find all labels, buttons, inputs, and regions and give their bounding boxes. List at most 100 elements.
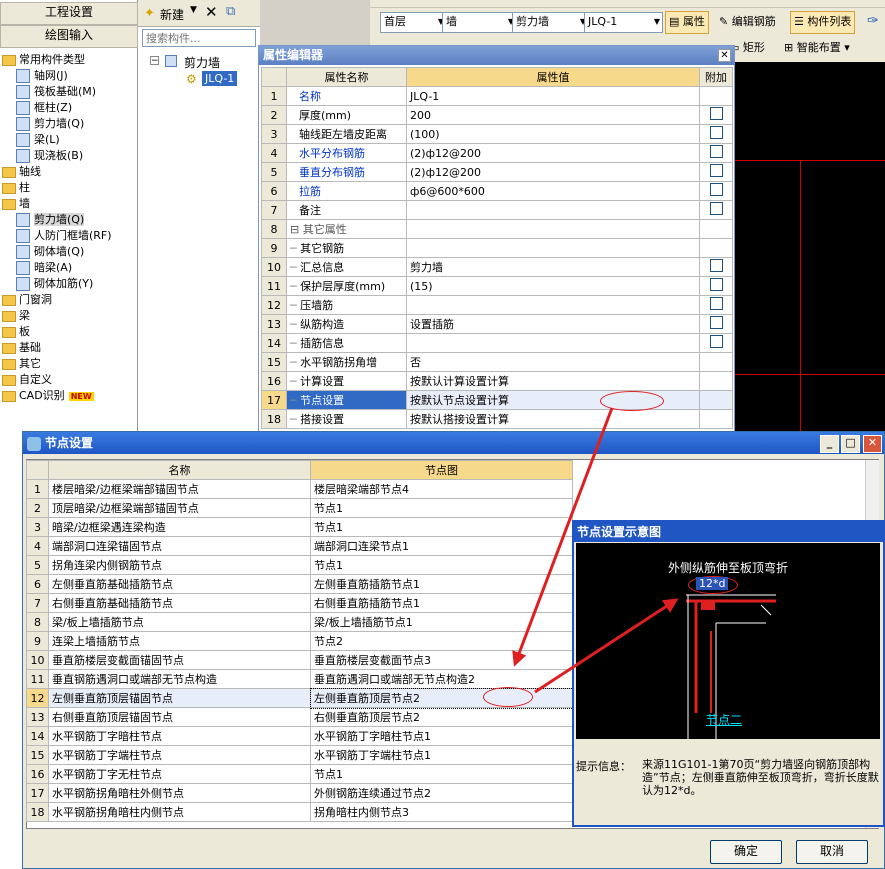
extra-checkbox[interactable]	[709, 335, 723, 348]
cancel-button[interactable]: 取消	[796, 840, 868, 864]
node-value[interactable]: 节点1	[310, 555, 573, 575]
node-row[interactable]: 4 端部洞口连梁锚固节点 端部洞口连梁节点1	[26, 536, 573, 556]
tree-child-jlq1[interactable]: JLQ-1	[202, 71, 238, 86]
floor-select[interactable]: 首层 ▼	[380, 12, 447, 33]
node-value[interactable]: 梁/板上墙插筋节点1	[310, 612, 573, 632]
minimize-icon[interactable]: _	[820, 435, 839, 453]
smart-layout-button[interactable]: ⊞ 智能布置 ▾	[780, 37, 854, 60]
property-row[interactable]: 7 备注	[261, 200, 733, 220]
extra-checkbox[interactable]	[709, 297, 723, 310]
extra-checkbox[interactable]	[709, 126, 723, 139]
node-row[interactable]: 14 水平钢筋丁字暗柱节点 水平钢筋丁字暗柱节点1	[26, 726, 573, 746]
node-value[interactable]: 左侧垂直筋顶层节点2	[309, 687, 574, 709]
node-row[interactable]: 8 梁/板上墙插筋节点 梁/板上墙插筋节点1	[26, 612, 573, 632]
node-value[interactable]: 右侧垂直筋顶层节点2	[310, 707, 573, 727]
extra-checkbox[interactable]	[709, 259, 723, 272]
tree-folder[interactable]: 常用构件类型	[2, 52, 85, 68]
node-value[interactable]: 拐角暗柱内侧节点3	[310, 802, 573, 822]
group-collapse-icon[interactable]: ⊟	[290, 223, 303, 236]
property-value[interactable]: (2)ф12@200	[406, 143, 700, 163]
extra-checkbox[interactable]	[709, 202, 723, 215]
property-row[interactable]: 9 ─ 其它钢筋	[261, 238, 733, 258]
component-list-button[interactable]: ☰ 构件列表	[790, 11, 856, 34]
property-row[interactable]: 8 ⊟ 其它属性	[261, 219, 733, 239]
property-row[interactable]: 3 轴线距左墙皮距离 (100)	[261, 124, 733, 144]
property-row[interactable]: 16 ─ 计算设置 按默认计算设置计算	[261, 371, 733, 391]
tree-item[interactable]: 剪力墙(Q)	[16, 212, 85, 228]
tree-root-label[interactable]: 剪力墙	[184, 54, 220, 71]
node-value[interactable]: 节点1	[310, 764, 573, 784]
node-value[interactable]: 右侧垂直筋插筋节点1	[310, 593, 573, 613]
property-value[interactable]: 200	[406, 105, 700, 125]
property-value[interactable]: (2)ф12@200	[406, 162, 700, 182]
node-row[interactable]: 15 水平钢筋丁字端柱节点 水平钢筋丁字端柱节点1	[26, 745, 573, 765]
node-row[interactable]: 17 水平钢筋拐角暗柱外侧节点 外侧钢筋连续通过节点2	[26, 783, 573, 803]
tree-folder[interactable]: 板	[2, 324, 30, 340]
property-value[interactable]: JLQ-1	[406, 86, 700, 106]
tree-folder[interactable]: 梁	[2, 308, 30, 324]
property-row[interactable]: 6 拉筋 ф6@600*600	[261, 181, 733, 201]
drawing-canvas[interactable]	[735, 62, 885, 440]
project-settings-button[interactable]: 工程设置	[0, 2, 138, 25]
property-value[interactable]	[406, 333, 700, 353]
node-value[interactable]: 左侧垂直筋插筋节点1	[310, 574, 573, 594]
node-value[interactable]: 节点1	[310, 498, 573, 518]
property-value[interactable]: 按默认搭接设置计算	[406, 409, 700, 429]
category-select[interactable]: 墙 ▼	[442, 12, 517, 33]
node-row[interactable]: 7 右侧垂直筋基础插筋节点 右侧垂直筋插筋节点1	[26, 593, 573, 613]
ok-button[interactable]: 确定	[710, 840, 782, 864]
tree-folder[interactable]: 门窗洞	[2, 292, 52, 308]
property-row[interactable]: 11 ─ 保护层厚度(mm) (15)	[261, 276, 733, 296]
node-value[interactable]: 端部洞口连梁节点1	[310, 536, 573, 556]
property-button[interactable]: ▤ 属性	[665, 11, 709, 34]
node-row[interactable]: 5 拐角连梁内侧钢筋节点 节点1	[26, 555, 573, 575]
property-row[interactable]: 14 ─ 插筋信息	[261, 333, 733, 353]
node-row[interactable]: 18 水平钢筋拐角暗柱内侧节点 拐角暗柱内侧节点3	[26, 802, 573, 822]
close-icon[interactable]: ✕	[863, 435, 882, 453]
tree-folder[interactable]: 墙	[2, 196, 30, 212]
node-row[interactable]: 6 左侧垂直筋基础插筋节点 左侧垂直筋插筋节点1	[26, 574, 573, 594]
property-row[interactable]: 2 厚度(mm) 200	[261, 105, 733, 125]
property-value[interactable]	[406, 295, 700, 315]
extra-checkbox[interactable]	[709, 107, 723, 120]
node-row[interactable]: 13 右侧垂直筋顶层锚固节点 右侧垂直筋顶层节点2	[26, 707, 573, 727]
pick-icon[interactable]: ✑	[867, 13, 879, 29]
node-value[interactable]: 节点1	[310, 517, 573, 537]
node-row[interactable]: 1 楼层暗梁/边框梁端部锚固节点 楼层暗梁端部节点4	[26, 479, 573, 499]
extra-checkbox[interactable]	[709, 278, 723, 291]
node-row[interactable]: 11 垂直钢筋遇洞口或端部无节点构造 垂直筋遇洞口或端部无节点构造2	[26, 669, 573, 689]
tree-item[interactable]: 剪力墙(Q)	[16, 116, 84, 132]
extra-checkbox[interactable]	[709, 145, 723, 158]
property-value[interactable]: 否	[406, 352, 700, 372]
maximize-icon[interactable]: □	[841, 435, 860, 453]
tree-folder[interactable]: 轴线	[2, 164, 41, 180]
node-value[interactable]: 楼层暗梁端部节点4	[310, 479, 573, 499]
property-row[interactable]: 13 ─ 纵筋构造 设置插筋	[261, 314, 733, 334]
edit-rebar-button[interactable]: ✎ 编辑钢筋	[715, 11, 780, 34]
dropdown-arrow-icon[interactable]: ▼	[190, 5, 197, 15]
node-value[interactable]: 节点2	[310, 631, 573, 651]
property-row[interactable]: 12 ─ 压墙筋	[261, 295, 733, 315]
tree-folder[interactable]: 自定义	[2, 372, 52, 388]
node-value[interactable]: 水平钢筋丁字端柱节点1	[310, 745, 573, 765]
property-value[interactable]: (15)	[406, 276, 700, 296]
property-value[interactable]	[406, 200, 700, 220]
property-row[interactable]: 15 ─ 水平钢筋拐角增否	[261, 352, 733, 372]
node-row[interactable]: 9 连梁上墙插筋节点 节点2	[26, 631, 573, 651]
delete-icon[interactable]: ✕	[205, 3, 218, 21]
property-row[interactable]: 10 ─ 汇总信息 剪力墙	[261, 257, 733, 277]
property-value[interactable]: ф6@600*600	[406, 181, 700, 201]
tree-item[interactable]: 砌体加筋(Y)	[16, 276, 93, 292]
node-value[interactable]: 外侧钢筋连续通过节点2	[310, 783, 573, 803]
close-icon[interactable]: ✕	[718, 49, 731, 62]
tree-folder[interactable]: 其它	[2, 356, 41, 372]
extra-checkbox[interactable]	[709, 316, 723, 329]
tree-folder[interactable]: CAD识别 NEW	[2, 388, 94, 404]
tree-item[interactable]: 轴网(J)	[16, 68, 68, 84]
node-row[interactable]: 16 水平钢筋丁字无柱节点 节点1	[26, 764, 573, 784]
tree-item[interactable]: 筏板基础(M)	[16, 84, 96, 100]
node-row[interactable]: 2 顶层暗梁/边框梁端部锚固节点 节点1	[26, 498, 573, 518]
tree-item[interactable]: 框柱(Z)	[16, 100, 72, 116]
tree-item[interactable]: 现浇板(B)	[16, 148, 83, 164]
property-value[interactable]: (100)	[406, 124, 700, 144]
